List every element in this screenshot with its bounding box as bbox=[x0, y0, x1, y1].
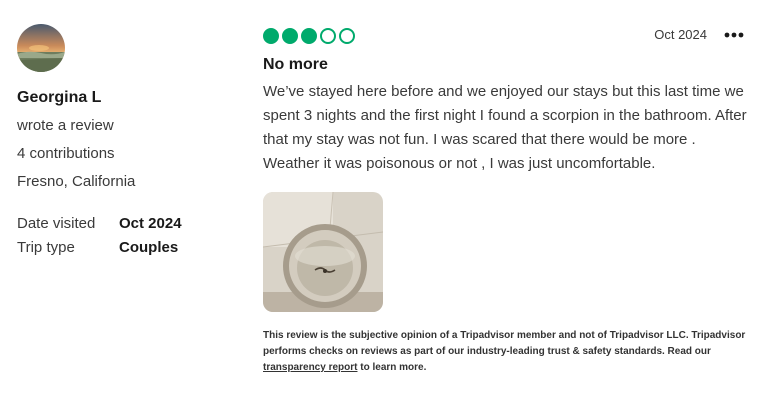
rating-bubble-empty-icon bbox=[339, 27, 355, 44]
reviewer-name[interactable]: Georgina L bbox=[17, 89, 237, 107]
date-visited-value: Oct 2024 bbox=[119, 215, 182, 232]
profile-photo-icon bbox=[17, 24, 65, 72]
trip-type-value: Couples bbox=[119, 239, 179, 256]
review-date: Oct 2024 bbox=[654, 27, 707, 42]
trip-type-label: Trip type bbox=[17, 239, 75, 256]
more-options-button[interactable] bbox=[723, 26, 745, 44]
date-visited-label: Date visited bbox=[17, 215, 96, 232]
ellipsis-icon bbox=[724, 32, 744, 38]
review-title: No more bbox=[263, 56, 328, 73]
transparency-report-link[interactable]: transparency report bbox=[263, 362, 357, 373]
disclaimer-text: This review is the subjective opinion of… bbox=[263, 330, 746, 357]
contributions-count: 4 contributions bbox=[17, 145, 115, 162]
disclaimer-text-end: to learn more. bbox=[357, 362, 427, 373]
rating-bubble-filled-icon bbox=[282, 27, 298, 44]
reviewer-panel: Georgina L wrote a review 4 contribution… bbox=[17, 24, 237, 260]
review-disclaimer: This review is the subjective opinion of… bbox=[263, 328, 747, 376]
trip-type-row: Trip type Couples bbox=[17, 236, 237, 260]
rating-bubble-empty-icon bbox=[320, 27, 336, 44]
reviewer-avatar[interactable] bbox=[17, 24, 65, 72]
photo-glass-icon bbox=[263, 192, 383, 312]
review-photo[interactable] bbox=[263, 192, 383, 312]
review-text: We’ve stayed here before and we enjoyed … bbox=[263, 83, 747, 172]
review-panel: Oct 2024 No more We’ve stayed here befor… bbox=[263, 26, 747, 376]
rating-bubble-filled-icon bbox=[301, 27, 317, 44]
date-visited-row: Date visited Oct 2024 bbox=[17, 212, 237, 236]
reviewer-location: Fresno, California bbox=[17, 173, 136, 190]
rating-bubble-filled-icon bbox=[263, 27, 279, 44]
review-action-text: wrote a review bbox=[17, 117, 114, 134]
trip-details: Date visited Oct 2024 Trip type Couples bbox=[17, 212, 237, 260]
